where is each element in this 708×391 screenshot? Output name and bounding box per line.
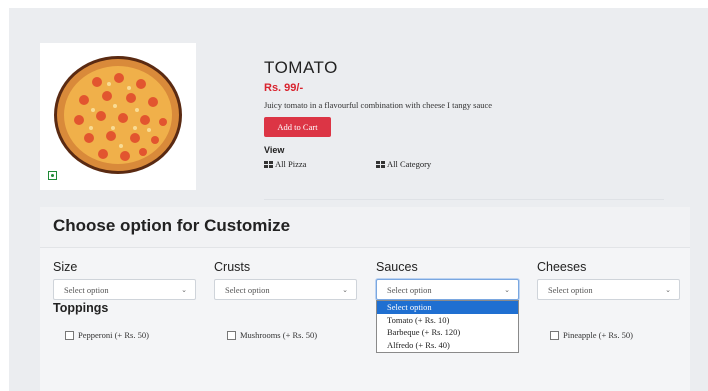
view-label: View <box>264 145 285 155</box>
topping-label: Pineapple (+ Rs. 50) <box>563 330 633 340</box>
size-select[interactable]: Select option ⌄ <box>53 279 196 300</box>
topping-pineapple[interactable]: Pineapple (+ Rs. 50) <box>550 330 633 340</box>
grid-icon <box>264 160 273 168</box>
topping-label: Pepperoni (+ Rs. 50) <box>78 330 149 340</box>
topping-pepperoni[interactable]: Pepperoni (+ Rs. 50) <box>65 330 149 340</box>
cheeses-select[interactable]: Select option ⌄ <box>537 279 680 300</box>
checkbox[interactable] <box>227 330 236 340</box>
checkbox[interactable] <box>550 330 559 340</box>
product-image <box>40 43 196 190</box>
chevron-down-icon: ⌄ <box>342 286 348 294</box>
sauces-dropdown-list[interactable]: Select option Tomato (+ Rs. 10) Barbeque… <box>376 300 519 353</box>
size-select-value: Select option <box>64 284 109 295</box>
chevron-down-icon: ⌄ <box>181 286 187 294</box>
grid-icon <box>376 160 385 168</box>
sauces-select-value: Select option <box>387 284 432 295</box>
crusts-select[interactable]: Select option ⌄ <box>214 279 357 300</box>
dropdown-option[interactable]: Select option <box>377 301 518 314</box>
cheeses-label: Cheeses <box>537 260 587 274</box>
divider <box>264 199 664 200</box>
size-label: Size <box>53 260 78 274</box>
product-price: Rs. 99/- <box>264 82 304 94</box>
product-title: TOMATO <box>264 58 338 77</box>
topping-mushrooms[interactable]: Mushrooms (+ Rs. 50) <box>227 330 317 340</box>
all-category-label: All Category <box>387 159 432 169</box>
customize-title: Choose option for Customize <box>53 216 291 235</box>
topping-label: Mushrooms (+ Rs. 50) <box>240 330 318 340</box>
cheeses-select-value: Select option <box>548 284 593 295</box>
customize-header: Choose option for Customize <box>40 207 690 248</box>
sauces-select[interactable]: Select option ⌄ <box>376 279 519 300</box>
crusts-select-value: Select option <box>225 284 270 295</box>
toppings-label: Toppings <box>53 301 109 315</box>
dropdown-option[interactable]: Tomato (+ Rs. 10) <box>377 314 518 327</box>
veg-indicator-icon <box>48 171 57 180</box>
dropdown-option[interactable]: Barbeque (+ Rs. 120) <box>377 326 518 339</box>
sauces-label: Sauces <box>376 260 418 274</box>
all-pizza-link[interactable]: All Pizza <box>264 159 306 169</box>
product-description: Juicy tomato in a flavourful combination… <box>264 100 493 110</box>
crusts-label: Crusts <box>214 260 251 274</box>
add-to-cart-button[interactable]: Add to Cart <box>264 117 331 137</box>
chevron-down-icon: ⌄ <box>504 286 510 294</box>
all-category-link[interactable]: All Category <box>376 159 431 169</box>
customize-panel: Choose option for Customize Size Crusts … <box>40 207 690 391</box>
chevron-down-icon: ⌄ <box>665 286 671 294</box>
dropdown-option[interactable]: Alfredo (+ Rs. 40) <box>377 339 518 352</box>
all-pizza-label: All Pizza <box>275 159 307 169</box>
pizza-image <box>54 56 182 174</box>
page-background: TOMATO Rs. 99/- Juicy tomato in a flavou… <box>9 8 708 391</box>
checkbox[interactable] <box>65 330 74 340</box>
